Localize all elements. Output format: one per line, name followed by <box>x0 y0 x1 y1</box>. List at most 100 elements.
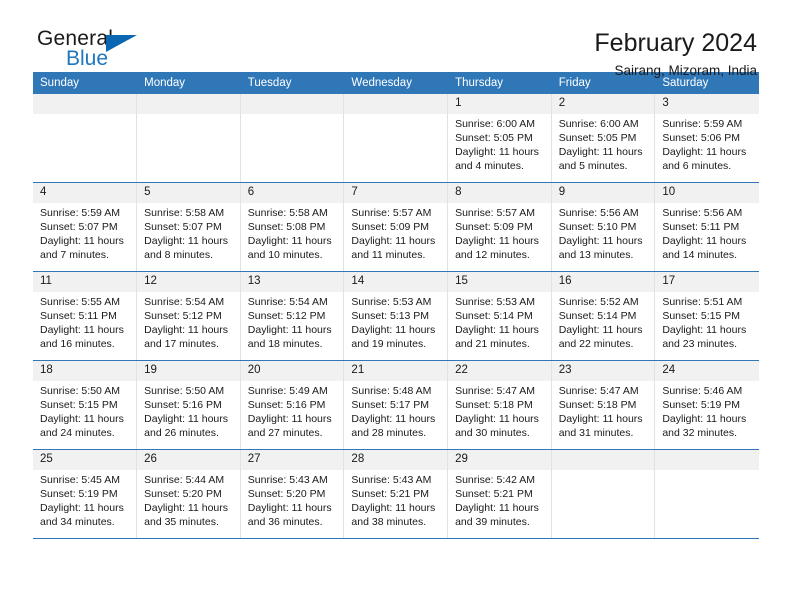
calendar-day-cell[interactable]: 8 Sunrise: 5:57 AM Sunset: 5:09 PM Daylight… <box>447 182 552 272</box>
day-number: 12 <box>137 272 240 292</box>
daylight-text-line1: Daylight: 11 hours <box>144 502 228 514</box>
sunset-text: Sunset: 5:05 PM <box>455 132 533 144</box>
day-number: 16 <box>551 272 655 292</box>
daylight-text-line1: Daylight: 11 hours <box>662 324 747 336</box>
daylight-text-line2: and 27 minutes. <box>247 427 323 439</box>
calendar-day-cell[interactable]: 28 Sunrise: 5:43 AM Sunset: 5:21 PM Dayligh… <box>343 449 449 539</box>
day-details: Sunrise: 5:59 AM Sunset: 5:07 PM Daylight:… <box>33 203 136 262</box>
calendar-week-row: 4 Sunrise: 5:59 AM Sunset: 5:07 PM Daylight… <box>33 182 759 272</box>
calendar-day-cell[interactable]: 1 Sunrise: 6:00 AM Sunset: 5:05 PM Daylight… <box>447 94 552 183</box>
day-details: Sunrise: 5:49 AM Sunset: 5:16 PM Daylight:… <box>241 381 344 440</box>
sunset-text: Sunset: 5:07 PM <box>144 221 222 233</box>
sunset-text: Sunset: 5:16 PM <box>247 399 326 411</box>
sunset-text: Sunset: 5:19 PM <box>40 488 118 500</box>
calendar-day-cell[interactable]: 11 Sunrise: 5:55 AM Sunset: 5:11 PM Dayligh… <box>33 271 138 361</box>
daylight-text-line2: and 10 minutes. <box>247 249 323 261</box>
calendar-day-cell[interactable]: 24 Sunrise: 5:46 AM Sunset: 5:19 PM Dayligh… <box>654 360 759 450</box>
sunset-text: Sunset: 5:21 PM <box>455 488 533 500</box>
calendar-day-cell[interactable]: 23 Sunrise: 5:47 AM Sunset: 5:18 PM Dayligh… <box>551 360 656 450</box>
calendar-day-cell[interactable]: 13 Sunrise: 5:54 AM Sunset: 5:12 PM Dayligh… <box>240 271 345 361</box>
calendar-day-cell[interactable]: 26 Sunrise: 5:44 AM Sunset: 5:20 PM Dayligh… <box>136 449 241 539</box>
calendar-page: General Blue February 2024 Sairang, Mizo… <box>0 0 792 612</box>
calendar-body: 1 Sunrise: 6:00 AM Sunset: 5:05 PM Daylight… <box>33 94 759 539</box>
day-number: 13 <box>240 272 344 292</box>
calendar-day-cell[interactable]: 18 Sunrise: 5:50 AM Sunset: 5:15 PM Dayligh… <box>33 360 138 450</box>
daylight-text-line1: Daylight: 11 hours <box>247 413 332 425</box>
sunrise-text: Sunrise: 5:53 AM <box>455 296 536 308</box>
sunrise-text: Sunrise: 5:46 AM <box>662 385 743 397</box>
calendar-empty-cell <box>343 94 449 183</box>
day-details: Sunrise: 5:53 AM Sunset: 5:14 PM Daylight:… <box>448 292 551 351</box>
sunset-text: Sunset: 5:21 PM <box>351 488 430 500</box>
sunrise-text: Sunrise: 5:53 AM <box>351 296 432 308</box>
daylight-text-line2: and 28 minutes. <box>351 427 427 439</box>
calendar-day-cell[interactable]: 22 Sunrise: 5:47 AM Sunset: 5:18 PM Dayligh… <box>447 360 552 450</box>
sunset-text: Sunset: 5:10 PM <box>558 221 637 233</box>
generalblue-logo[interactable]: General Blue <box>33 28 167 80</box>
sunset-text: Sunset: 5:07 PM <box>40 221 118 233</box>
sunset-text: Sunset: 5:14 PM <box>558 310 637 322</box>
sunset-text: Sunset: 5:15 PM <box>662 310 740 322</box>
calendar-day-cell[interactable]: 10 Sunrise: 5:56 AM Sunset: 5:11 PM Dayligh… <box>654 182 759 272</box>
sunrise-text: Sunrise: 5:58 AM <box>247 207 328 219</box>
calendar-day-cell[interactable]: 15 Sunrise: 5:53 AM Sunset: 5:14 PM Dayligh… <box>447 271 552 361</box>
calendar-day-cell[interactable]: 7 Sunrise: 5:57 AM Sunset: 5:09 PM Daylight… <box>343 182 449 272</box>
sunset-text: Sunset: 5:18 PM <box>558 399 637 411</box>
day-number <box>33 94 137 114</box>
daylight-text-line2: and 38 minutes. <box>351 516 427 528</box>
day-number: 24 <box>655 361 759 381</box>
day-details: Sunrise: 5:58 AM Sunset: 5:07 PM Daylight:… <box>137 203 240 262</box>
day-number: 20 <box>240 361 344 381</box>
calendar-day-cell[interactable]: 20 Sunrise: 5:49 AM Sunset: 5:16 PM Dayligh… <box>240 360 345 450</box>
calendar-table: Sunday Monday Tuesday Wednesday Thursday… <box>33 72 759 539</box>
day-details: Sunrise: 5:42 AM Sunset: 5:21 PM Daylight:… <box>448 470 551 529</box>
day-number: 28 <box>344 450 448 470</box>
day-details: Sunrise: 6:00 AM Sunset: 5:05 PM Daylight:… <box>448 114 551 173</box>
daylight-text-line2: and 21 minutes. <box>455 338 530 350</box>
daylight-text-line2: and 17 minutes. <box>144 338 219 350</box>
sunrise-text: Sunrise: 5:50 AM <box>40 385 120 397</box>
daylight-text-line1: Daylight: 11 hours <box>247 235 332 247</box>
day-details: Sunrise: 5:56 AM Sunset: 5:10 PM Daylight:… <box>552 203 655 262</box>
sunrise-text: Sunrise: 5:52 AM <box>558 296 639 308</box>
sunset-text: Sunset: 5:11 PM <box>662 221 740 233</box>
calendar-day-cell[interactable]: 12 Sunrise: 5:54 AM Sunset: 5:12 PM Dayligh… <box>136 271 241 361</box>
daylight-text-line1: Daylight: 11 hours <box>455 502 539 514</box>
day-details: Sunrise: 5:58 AM Sunset: 5:08 PM Daylight:… <box>241 203 344 262</box>
daylight-text-line1: Daylight: 11 hours <box>40 502 124 514</box>
daylight-text-line2: and 31 minutes. <box>558 427 634 439</box>
calendar-day-cell[interactable]: 27 Sunrise: 5:43 AM Sunset: 5:20 PM Dayligh… <box>240 449 345 539</box>
title-block: February 2024 Sairang, Mizoram, India <box>594 28 759 81</box>
calendar-day-cell[interactable]: 21 Sunrise: 5:48 AM Sunset: 5:17 PM Dayligh… <box>343 360 449 450</box>
daylight-text-line2: and 30 minutes. <box>455 427 530 439</box>
day-number: 8 <box>448 183 551 203</box>
day-details: Sunrise: 5:56 AM Sunset: 5:11 PM Daylight:… <box>655 203 758 262</box>
daylight-text-line1: Daylight: 11 hours <box>558 413 643 425</box>
calendar-day-cell[interactable]: 29 Sunrise: 5:42 AM Sunset: 5:21 PM Dayligh… <box>447 449 552 539</box>
calendar-empty-cell <box>33 94 138 183</box>
calendar-day-cell[interactable]: 25 Sunrise: 5:45 AM Sunset: 5:19 PM Dayligh… <box>33 449 138 539</box>
sunset-text: Sunset: 5:20 PM <box>144 488 222 500</box>
calendar-day-cell[interactable]: 4 Sunrise: 5:59 AM Sunset: 5:07 PM Daylight… <box>33 182 138 272</box>
calendar-empty-cell <box>136 94 241 183</box>
calendar-day-cell[interactable]: 2 Sunrise: 6:00 AM Sunset: 5:05 PM Daylight… <box>551 94 656 183</box>
calendar-week-row: 25 Sunrise: 5:45 AM Sunset: 5:19 PM Dayligh… <box>33 449 759 539</box>
calendar-day-cell[interactable]: 6 Sunrise: 5:58 AM Sunset: 5:08 PM Daylight… <box>240 182 345 272</box>
calendar-day-cell[interactable]: 3 Sunrise: 5:59 AM Sunset: 5:06 PM Daylight… <box>654 94 759 183</box>
daylight-text-line1: Daylight: 11 hours <box>455 324 539 336</box>
calendar-day-cell[interactable]: 9 Sunrise: 5:56 AM Sunset: 5:10 PM Daylight… <box>551 182 656 272</box>
daylight-text-line2: and 6 minutes. <box>662 160 732 172</box>
calendar-day-cell[interactable]: 14 Sunrise: 5:53 AM Sunset: 5:13 PM Dayligh… <box>343 271 449 361</box>
day-number: 29 <box>448 450 551 470</box>
day-number: 11 <box>33 272 137 292</box>
daylight-text-line2: and 34 minutes. <box>40 516 115 528</box>
calendar-day-cell[interactable]: 5 Sunrise: 5:58 AM Sunset: 5:07 PM Daylight… <box>136 182 241 272</box>
daylight-text-line1: Daylight: 11 hours <box>351 235 436 247</box>
day-number: 7 <box>344 183 448 203</box>
sunset-text: Sunset: 5:20 PM <box>247 488 326 500</box>
day-number: 19 <box>137 361 240 381</box>
calendar-day-cell[interactable]: 17 Sunrise: 5:51 AM Sunset: 5:15 PM Dayligh… <box>654 271 759 361</box>
calendar-day-cell[interactable]: 16 Sunrise: 5:52 AM Sunset: 5:14 PM Dayligh… <box>551 271 656 361</box>
calendar-day-cell[interactable]: 19 Sunrise: 5:50 AM Sunset: 5:16 PM Dayligh… <box>136 360 241 450</box>
day-details: Sunrise: 5:59 AM Sunset: 5:06 PM Daylight:… <box>655 114 758 173</box>
